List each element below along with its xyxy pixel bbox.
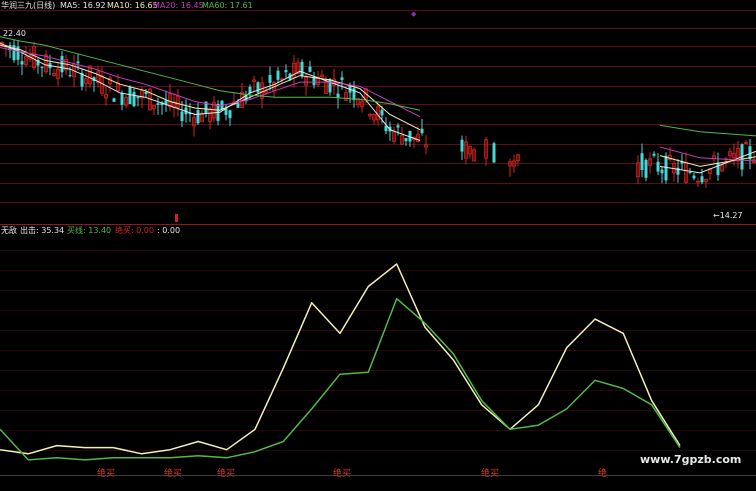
- candle-body: [20, 61, 24, 65]
- candle-body: [12, 45, 16, 61]
- ma60-value: MA60: 17.61: [202, 1, 253, 10]
- buy-signal-mark: 绝: [598, 469, 608, 479]
- corner-diamond-icon: ◆: [411, 10, 417, 18]
- candle-body: [156, 103, 160, 105]
- candle-body: [196, 110, 200, 124]
- candle-body: [128, 87, 132, 105]
- candle-body: [276, 70, 280, 80]
- indicator-buyline-value: 买线: 13.40: [67, 226, 112, 235]
- candle-body: [136, 96, 140, 99]
- high-price-label: 22.40: [3, 29, 26, 38]
- candle-body: [644, 159, 648, 178]
- candle-body: [112, 98, 116, 102]
- candle-body: [144, 91, 148, 94]
- candle-body: [340, 77, 344, 80]
- candle-body: [640, 153, 644, 170]
- candle-body: [308, 66, 312, 72]
- candle-body: [268, 75, 272, 83]
- low-price-label: ←14.27: [713, 211, 743, 220]
- buy-signal-mark: 绝买: [217, 469, 236, 479]
- candle-body: [716, 162, 720, 176]
- buy-signal-mark: 绝买: [97, 469, 116, 479]
- buy-signal-mark: 绝买: [333, 469, 352, 479]
- candle-body: [660, 169, 664, 174]
- candle-body: [380, 109, 384, 116]
- chart-window: 华润三九(日线) MA5: 16.92 MA10: 16.65 MA20: 16…: [0, 0, 756, 487]
- candle-body: [312, 77, 316, 86]
- ma10-value: MA10: 16.65: [107, 1, 158, 10]
- candle-body: [688, 172, 692, 174]
- candle-body: [420, 128, 424, 134]
- candle-body: [236, 103, 240, 108]
- candle-body: [404, 138, 408, 142]
- candle-body: [396, 125, 400, 128]
- buy-signal-mark: 绝买: [481, 469, 500, 479]
- candle-body: [656, 161, 660, 172]
- candle-body: [228, 110, 232, 119]
- candle-body: [120, 93, 124, 105]
- candle-body: [492, 143, 496, 163]
- indicator-out-value: 出击: 35.34: [20, 226, 65, 235]
- indicator-absbuy-value: 绝买: 0.00: [115, 226, 155, 235]
- indicator-buy-line: [0, 297, 681, 461]
- ma5-value: MA5: 16.92: [60, 1, 106, 10]
- candle-body: [284, 70, 288, 73]
- candle-body: [132, 92, 136, 107]
- indicator-name: 无敌: [1, 226, 17, 235]
- buy-signal-mark: 绝买: [164, 469, 183, 479]
- ma20-value: MA20: 16.45: [153, 1, 204, 10]
- indicator-out-line: [0, 263, 681, 455]
- indicator-extra-value: : 0.00: [157, 226, 181, 235]
- candle-body: [692, 175, 696, 179]
- candle-body: [40, 67, 44, 69]
- volume-marker: [175, 214, 178, 222]
- candle-body: [652, 153, 656, 156]
- candle-body: [300, 61, 304, 77]
- stock-title: 华润三九(日线): [1, 1, 56, 10]
- candle-body: [68, 75, 72, 77]
- candle-body: [328, 78, 332, 93]
- candle-body: [460, 139, 464, 152]
- candle-body: [700, 176, 704, 183]
- candle-body: [76, 61, 80, 64]
- stock-chart-canvas[interactable]: [0, 0, 756, 487]
- candle-body: [224, 108, 228, 115]
- watermark-text: www.7gpzb.com: [640, 453, 742, 466]
- candle-body: [180, 111, 184, 122]
